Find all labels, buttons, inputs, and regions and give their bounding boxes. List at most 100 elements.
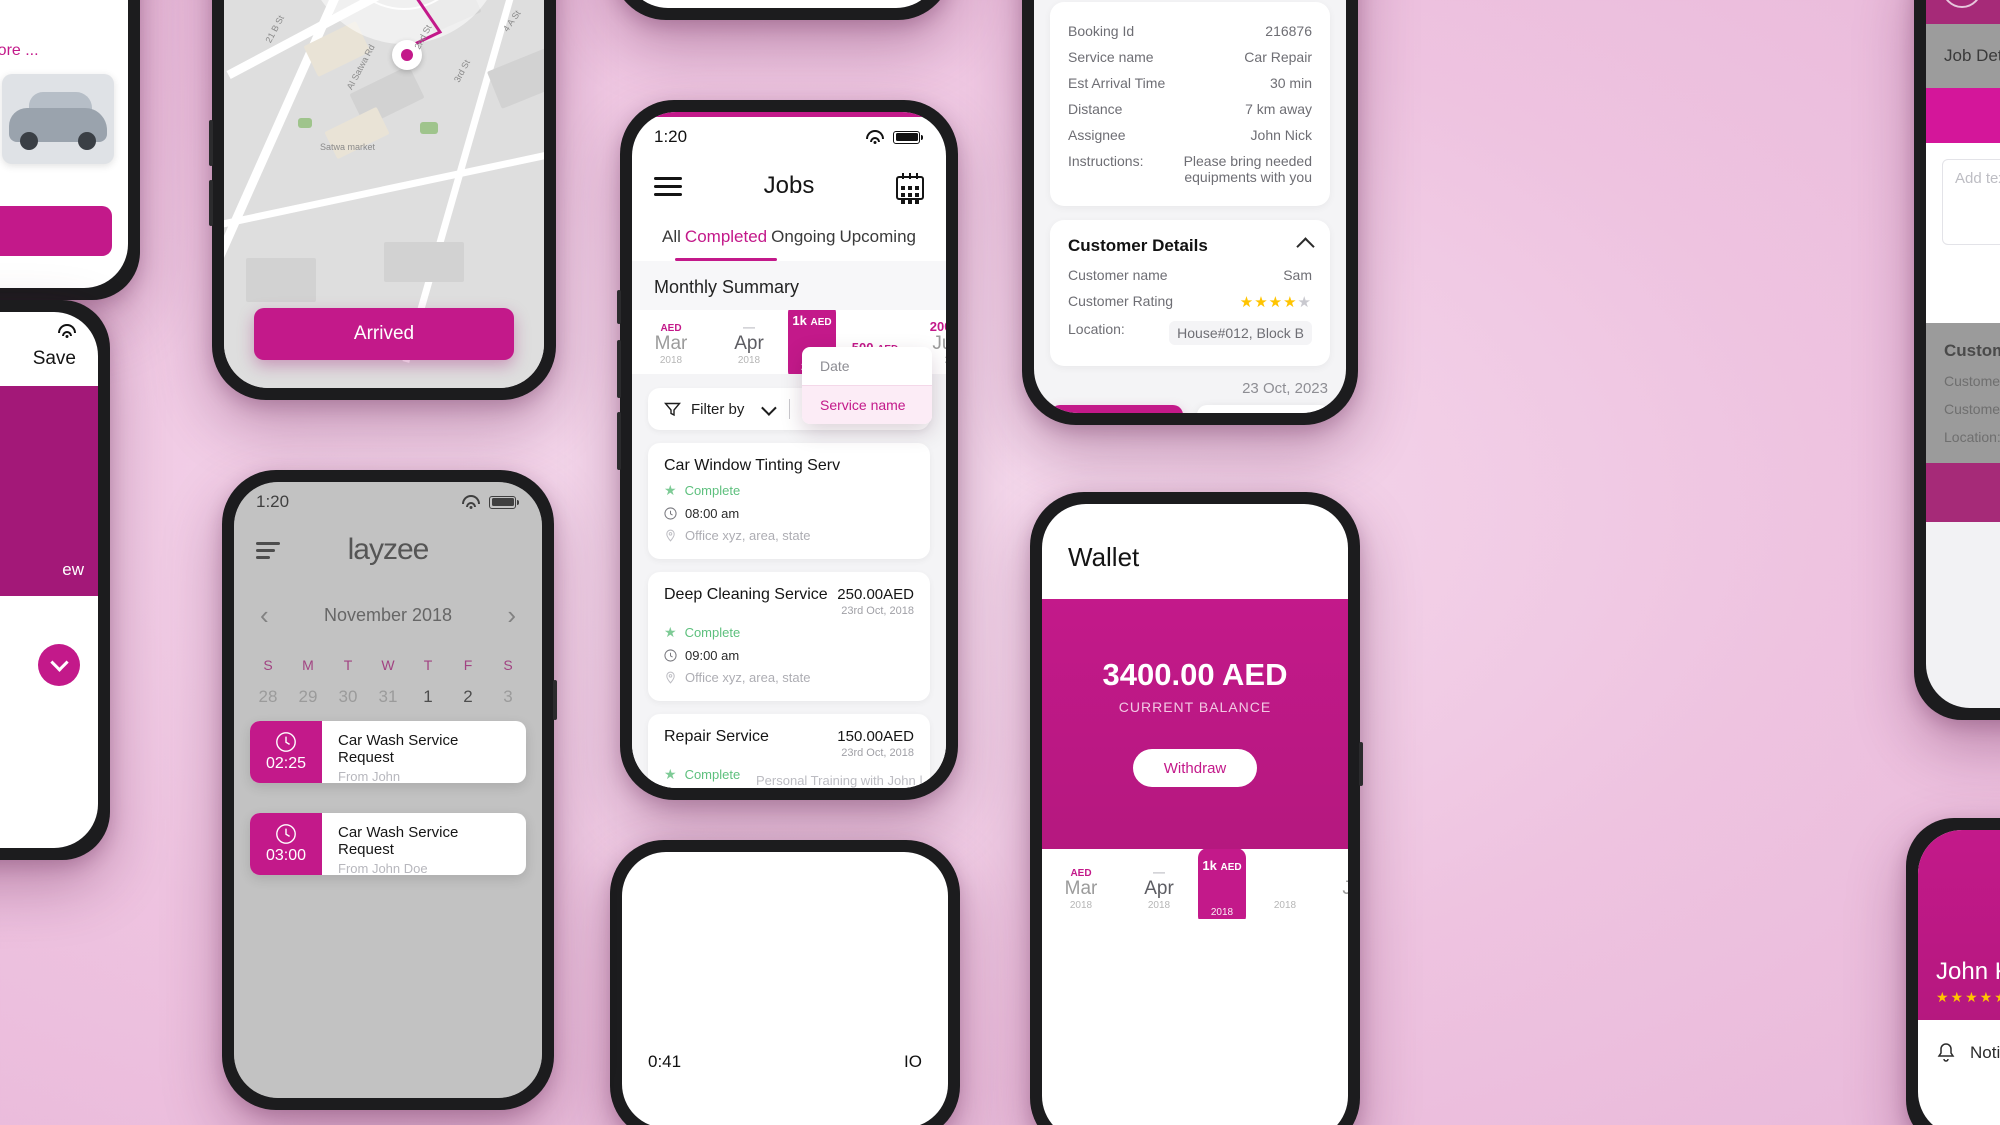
page-title: Wallet (1068, 542, 1140, 572)
month-name: Apr (734, 333, 764, 355)
month-item[interactable]: 2018 (1246, 900, 1324, 919)
balance-label: CURRENT BALANCE (1118, 699, 1272, 715)
app-bar: layzee (234, 522, 542, 578)
chevron-up-icon[interactable] (1296, 236, 1315, 256)
phone-map: Dubai Driving Center Satwa market Al Sat… (209, 0, 556, 400)
date-cell[interactable]: 3 (488, 673, 528, 707)
profile-hero: John Kim ★★★★★ (1918, 830, 2000, 1020)
month-amount: — (1153, 865, 1165, 880)
add-more-link[interactable]: Add more ... (0, 0, 128, 74)
date-cell[interactable]: 28 (248, 673, 288, 707)
weekday-label: T (343, 657, 353, 673)
request-subtitle: From John Doe (338, 861, 428, 875)
balance-hero: 3400.00 AED CURRENT BALANCE Withdraw (1042, 599, 1348, 849)
weekday-label: W (381, 657, 395, 673)
sort-option-date[interactable]: Date (802, 347, 932, 385)
detail-value: Car Repair (1244, 49, 1312, 65)
date-cell[interactable]: 31 (368, 673, 408, 707)
battery-icon (489, 495, 519, 509)
review-line: ge well (0, 757, 80, 806)
funnel-icon (664, 401, 681, 418)
month-item-selected[interactable]: 1k AED 2018 (1198, 849, 1246, 919)
phone-top-center-partial (612, 0, 952, 20)
tab-upcoming[interactable]: Upcoming (837, 215, 918, 261)
status-badge: ★★★★★ (1239, 294, 1312, 311)
withdraw-button[interactable]: Withdraw (1133, 749, 1257, 787)
wifi-icon (865, 130, 884, 144)
current-month-label: November 2018 (323, 605, 453, 625)
filter-by-label: Filter by (691, 400, 745, 418)
accept-button[interactable]: Accept (1926, 463, 2000, 522)
sort-dropdown-menu[interactable]: Date Service name (802, 347, 932, 424)
sort-option-service-name[interactable]: Service name (802, 385, 932, 424)
accept-button[interactable]: Accept (1050, 405, 1183, 413)
location-pin-icon (666, 529, 675, 542)
weekday-label: T (423, 657, 433, 673)
star-icon: ★ (664, 766, 677, 782)
month-amount: 1k (1202, 858, 1217, 873)
month-carousel[interactable]: AED Mar 2018 — Apr 2018 1k AED 2018 2018 (1042, 849, 1348, 919)
date-cell[interactable]: 29 (288, 673, 328, 707)
month-currency: AED (1220, 862, 1242, 873)
car-thumbnail[interactable] (2, 74, 114, 164)
reason-textarea[interactable]: Add text (1942, 159, 2000, 245)
tab-all[interactable]: All (660, 215, 683, 261)
status-time: 0:41 (648, 1052, 682, 1071)
user-name: John Kim (1936, 958, 2000, 985)
request-time-block: 03:00 (250, 813, 322, 875)
status-bar: 0:41 IO (622, 852, 948, 1072)
sidebar-item-notifications[interactable]: Notifications (1918, 1020, 2000, 1086)
month-year: 2018 (1210, 907, 1234, 918)
job-price: 250.00AED (837, 586, 914, 603)
date-cell[interactable]: 2 (448, 673, 488, 707)
date-row: 28 29 30 31 1 2 3 (234, 673, 542, 707)
status-bar: 1:20 (632, 117, 946, 157)
tab-completed[interactable]: Completed (674, 215, 778, 261)
review-line: ntly (0, 708, 80, 757)
chevron-down-icon[interactable] (38, 644, 80, 686)
table-row[interactable]: Deep Cleaning Service 250.00AED 23rd Oct… (648, 572, 930, 701)
clock-icon (276, 824, 296, 844)
date-cell[interactable]: 30 (328, 673, 368, 707)
detail-key: Customer Rating (1068, 293, 1174, 309)
month-amount: 1k (792, 313, 807, 328)
job-location: Office xyz, area, state (685, 670, 811, 685)
decline-button[interactable]: Decline (1197, 405, 1330, 413)
request-subtitle: From John (338, 769, 401, 783)
weekday-header-row: S M T W T F S (234, 641, 542, 673)
detail-key: Service name (1068, 49, 1154, 65)
profile-hero: ew (0, 386, 98, 596)
booking-date: 23 Oct, 2023 (1242, 380, 1328, 397)
chevron-left-icon[interactable]: ‹ (260, 600, 269, 631)
chevron-right-icon[interactable]: › (507, 600, 516, 631)
table-row[interactable]: Car Window Tinting Serv ★ Complete 08:00… (648, 443, 930, 559)
month-amount: — (743, 320, 755, 335)
status-badge: ★★★★★ (1936, 989, 2000, 1005)
list-item[interactable]: 03:00 Car Wash Service Request From John… (250, 813, 526, 875)
month-item[interactable]: — Apr 2018 (710, 320, 788, 374)
map-canvas[interactable]: Dubai Driving Center Satwa market Al Sat… (224, 0, 544, 388)
job-note: Personal Training with John | Yoga Perso… (756, 773, 923, 788)
view-label[interactable]: ew (62, 560, 84, 580)
review-line: ge almost perfectly (0, 806, 80, 848)
arrived-button[interactable]: Arrived (254, 308, 514, 360)
month-item[interactable]: AED Mar 2018 (1042, 864, 1120, 919)
list-item[interactable]: 02:25 Car Wash Service Request From John (250, 721, 526, 783)
save-button[interactable]: Save (0, 338, 98, 386)
month-item[interactable]: June 2018 (1324, 878, 1348, 919)
phone-bottom-center-partial: 0:41 IO (610, 840, 960, 1125)
primary-button[interactable]: b (0, 206, 112, 256)
status-time: 1:20 (654, 127, 688, 146)
detail-value: 30 min (1269, 75, 1312, 91)
filter-by-button[interactable]: Filter by (648, 399, 789, 418)
calendar-icon[interactable] (896, 172, 924, 205)
month-item[interactable]: — Apr 2018 (1120, 865, 1198, 919)
job-price: 150.00AED (837, 728, 914, 745)
month-item[interactable]: AED Mar 2018 (632, 319, 710, 374)
tab-ongoing[interactable]: Ongoing (769, 215, 837, 261)
phone-calendar: 1:20 layzee ‹ November 2018 › S M T W T … (222, 470, 557, 1110)
month-navigator: ‹ November 2018 › (234, 578, 542, 641)
table-row[interactable]: Repair Service 150.00AED 23rd Oct, 2018 … (648, 714, 930, 788)
date-cell[interactable]: 1 (408, 673, 448, 707)
cancel-button[interactable]: Cancel (1926, 261, 2000, 323)
